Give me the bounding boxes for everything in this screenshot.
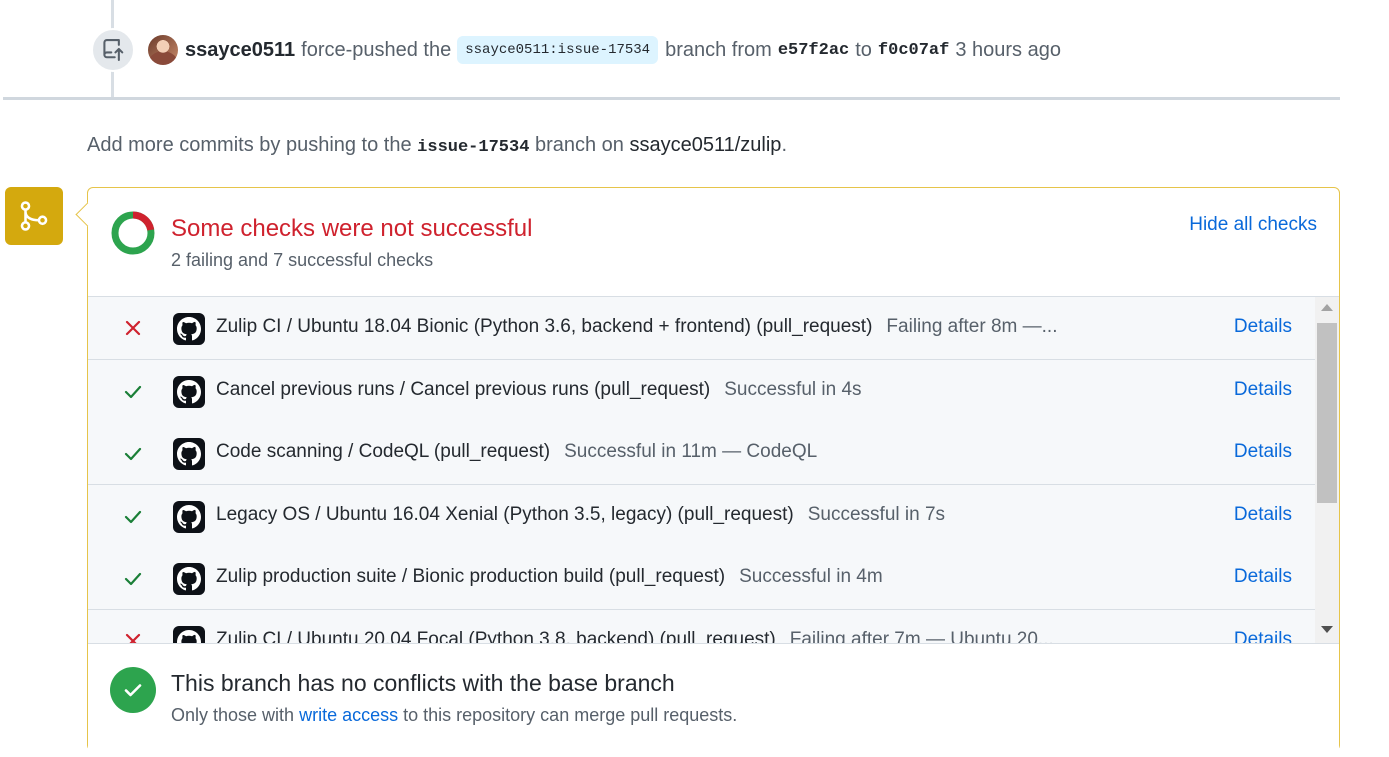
add-more-commits-hint: Add more commits by pushing to the issue… (87, 134, 787, 157)
check-description: Successful in 11m — CodeQL (564, 441, 818, 462)
check-description: Failing after 8m —... (886, 316, 1058, 337)
x-icon (122, 630, 144, 643)
check-name: Zulip CI / Ubuntu 18.04 Bionic (Python 3… (216, 316, 1057, 338)
merge-status-title: This branch has no conflicts with the ba… (171, 670, 675, 696)
check-icon (122, 505, 144, 527)
check-icon (122, 380, 144, 402)
github-actions-icon (173, 375, 205, 408)
checks-scrollbar[interactable] (1315, 297, 1339, 643)
check-details-link[interactable]: Details (1234, 566, 1292, 588)
check-name: Code scanning / CodeQL (pull_request) Suc… (216, 441, 817, 463)
checks-summary: Some checks were not successful 2 failin… (88, 188, 1339, 296)
merge-box: Some checks were not successful 2 failin… (87, 187, 1340, 751)
check-details-link[interactable]: Details (1234, 379, 1292, 401)
github-actions-icon (173, 313, 205, 345)
check-description: Failing after 7m — Ubuntu 20... (789, 628, 1054, 644)
check-icon (122, 567, 144, 589)
check-name: Cancel previous runs / Cancel previous r… (216, 379, 862, 401)
checks-subtitle: 2 failing and 7 successful checks (171, 250, 434, 270)
hide-all-checks-button[interactable]: Hide all checks (1189, 214, 1317, 236)
to-commit-sha[interactable]: f0c07af (878, 41, 949, 60)
github-actions-icon (173, 438, 205, 470)
checks-title: Some checks were not successful (171, 215, 533, 242)
event-to-text: to (855, 38, 872, 61)
hint-prefix: Add more commits by pushing to the (87, 134, 412, 156)
scroll-up-arrow-icon[interactable] (1321, 304, 1333, 311)
check-circle-icon (110, 667, 156, 713)
event-action: force-pushed the (301, 38, 452, 61)
checks-list[interactable]: Zulip CI / Ubuntu 18.04 Bionic (Python 3… (88, 296, 1339, 643)
check-name: Legacy OS / Ubuntu 16.04 Xenial (Python … (216, 504, 945, 526)
repo-push-icon (91, 28, 135, 72)
check-details-link[interactable]: Details (1234, 629, 1292, 644)
merge-status-subtitle: Only those with write access to this rep… (171, 705, 737, 726)
check-description: Successful in 4m (739, 566, 883, 587)
hint-branch: issue-17534 (417, 138, 530, 157)
merge-sub-prefix: Only those with (171, 705, 295, 725)
github-actions-icon (173, 563, 205, 595)
hint-suffix: . (781, 134, 787, 156)
scroll-down-arrow-icon[interactable] (1321, 626, 1333, 633)
event-time[interactable]: 3 hours ago (955, 39, 1061, 62)
timeline-divider (3, 97, 1340, 100)
check-details-link[interactable]: Details (1234, 441, 1292, 463)
merge-status: This branch has no conflicts with the ba… (88, 643, 1339, 751)
hint-middle: branch on (534, 134, 624, 156)
check-details-link[interactable]: Details (1234, 504, 1292, 526)
check-description: Successful in 4s (724, 378, 862, 400)
check-title: Zulip production suite / Bionic producti… (216, 566, 726, 587)
check-details-link[interactable]: Details (1234, 316, 1292, 338)
write-access-link[interactable]: write access (299, 705, 398, 725)
check-name: Zulip CI / Ubuntu 20.04 Focal (Python 3.… (216, 629, 1054, 644)
check-title: Zulip CI / Ubuntu 20.04 Focal (Python 3.… (216, 628, 776, 644)
checks-donut-icon (111, 211, 155, 255)
event-user-link[interactable]: ssayce0511 (185, 39, 295, 62)
check-title: Code scanning / CodeQL (pull_request) (216, 441, 551, 462)
github-actions-icon (173, 500, 205, 533)
check-row[interactable]: Cancel previous runs / Cancel previous r… (88, 359, 1315, 423)
check-row[interactable]: Legacy OS / Ubuntu 16.04 Xenial (Python … (88, 484, 1315, 548)
check-name: Zulip production suite / Bionic producti… (216, 566, 883, 588)
x-icon (122, 317, 144, 339)
check-row[interactable]: Zulip production suite / Bionic producti… (88, 547, 1315, 610)
merge-sub-suffix: to this repository can merge pull reques… (403, 705, 738, 725)
hint-repo-link[interactable]: ssayce0511/zulip (629, 134, 781, 156)
github-actions-icon (173, 625, 205, 643)
push-event: ssayce0511 force-pushed the ssayce0511:i… (148, 34, 1061, 66)
check-row[interactable]: Zulip CI / Ubuntu 20.04 Focal (Python 3.… (88, 609, 1315, 644)
branch-label[interactable]: ssayce0511:issue-17534 (457, 36, 659, 64)
git-merge-icon (5, 187, 63, 245)
check-description: Successful in 7s (807, 503, 946, 525)
from-commit-sha[interactable]: e57f2ac (778, 41, 849, 60)
check-title: Cancel previous runs / Cancel previous r… (216, 378, 711, 400)
scroll-thumb[interactable] (1317, 323, 1337, 503)
check-row[interactable]: Code scanning / CodeQL (pull_request) Suc… (88, 422, 1315, 485)
check-title: Zulip CI / Ubuntu 18.04 Bionic (Python 3… (216, 316, 873, 337)
check-title: Legacy OS / Ubuntu 16.04 Xenial (Python … (216, 503, 794, 525)
avatar[interactable] (148, 35, 178, 65)
check-row[interactable]: Zulip CI / Ubuntu 18.04 Bionic (Python 3… (88, 297, 1315, 360)
check-icon (122, 442, 144, 464)
event-from-text: branch from (665, 38, 772, 61)
